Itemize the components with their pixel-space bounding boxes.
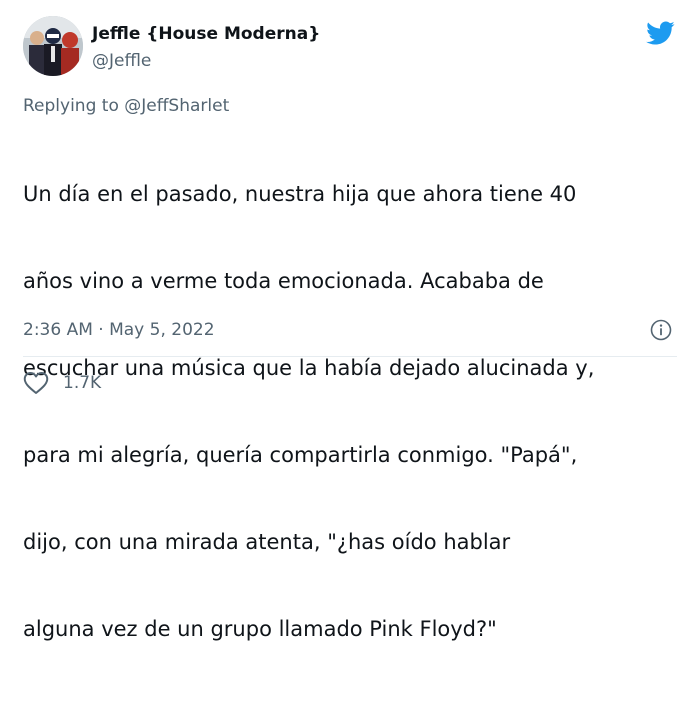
replying-to-prefix: Replying to bbox=[23, 96, 125, 116]
replying-to-handle-link[interactable]: @JeffSharlet bbox=[124, 96, 229, 116]
tweet-text-line: para mi alegría, quería compartirla conm… bbox=[23, 443, 578, 467]
avatar[interactable] bbox=[23, 16, 83, 76]
tweet-text-line: años vino a verme toda emocionada. Acaba… bbox=[23, 269, 544, 293]
tweet-text-line: Un día en el pasado, nuestra hija que ah… bbox=[23, 182, 577, 206]
tweet-text-line: escuchar una música que la había dejado … bbox=[23, 356, 595, 380]
divider bbox=[23, 356, 677, 357]
author-handle[interactable]: @Jeffle bbox=[92, 51, 151, 71]
tweet-text-line: dijo, con una mirada atenta, "¿has oído … bbox=[23, 530, 511, 554]
tweet-card: Jeffle {House Moderna} @Jeffle Replying … bbox=[0, 0, 700, 641]
tweet-timestamp[interactable]: 2:36 AM · May 5, 2022 bbox=[23, 320, 215, 340]
avatar-image bbox=[23, 16, 83, 76]
twitter-bird-icon[interactable] bbox=[643, 18, 677, 48]
replying-to-line: Replying to @JeffSharlet bbox=[23, 96, 229, 116]
author-name[interactable]: Jeffle {House Moderna} bbox=[92, 24, 320, 44]
info-icon[interactable] bbox=[650, 319, 672, 341]
heart-icon[interactable] bbox=[23, 371, 49, 395]
tweet-text: Un día en el pasado, nuestra hija que ah… bbox=[23, 122, 688, 702]
tweet-text-line: alguna vez de un grupo llamado Pink Floy… bbox=[23, 617, 497, 641]
like-count: 1.7K bbox=[63, 373, 102, 393]
